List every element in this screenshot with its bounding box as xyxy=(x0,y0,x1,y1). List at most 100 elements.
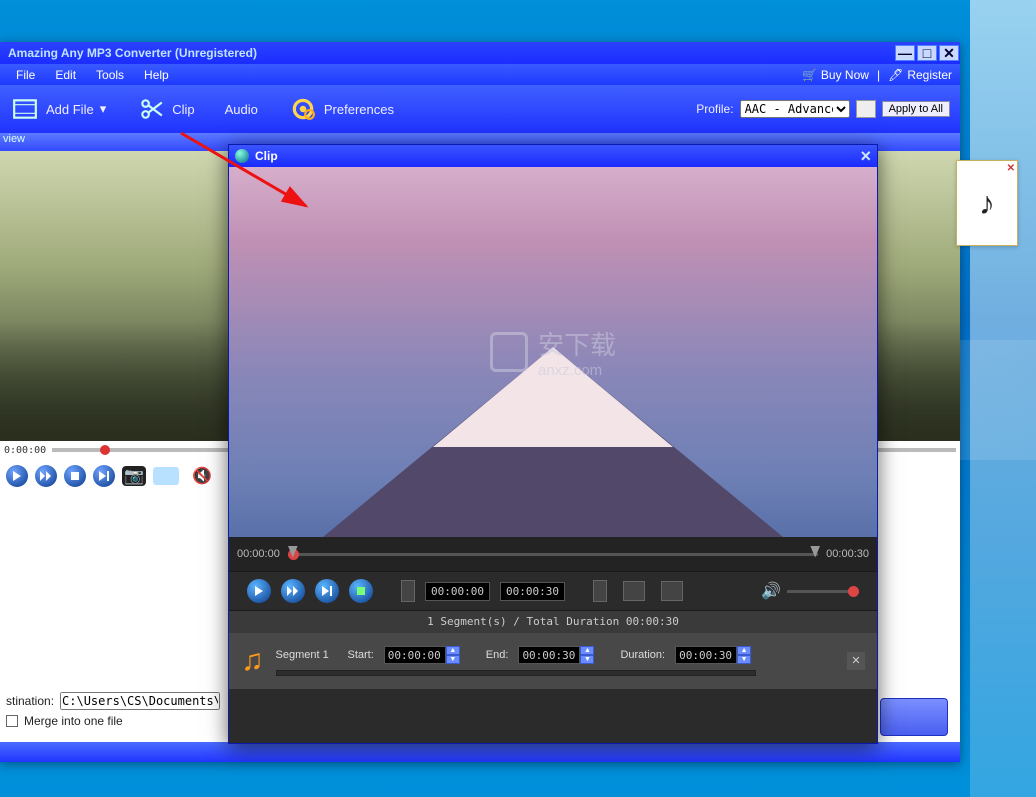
clip-seek-bar[interactable]: 00:00:00 00:00:30 xyxy=(229,537,877,571)
main-seek-knob[interactable] xyxy=(100,445,110,455)
fast-forward-button[interactable] xyxy=(35,465,57,487)
format-thumb-panel: ✕ ♪ xyxy=(956,160,1018,246)
destination-input[interactable] xyxy=(60,692,220,710)
apply-to-all-button[interactable]: Apply to All xyxy=(882,101,950,117)
toolbar: Add File ▾ Clip Audio Preferences Profil… xyxy=(0,85,960,133)
cut-segment-button[interactable] xyxy=(661,581,683,601)
window-buttons: — □ ✕ xyxy=(894,45,960,61)
clip-play-button[interactable] xyxy=(247,579,271,603)
clip-volume-icon[interactable]: 🔊 xyxy=(761,581,781,601)
close-button[interactable]: ✕ xyxy=(939,45,959,61)
end-down[interactable]: ▼ xyxy=(580,655,594,664)
scissors-icon xyxy=(136,96,166,122)
clip-ff-button[interactable] xyxy=(281,579,305,603)
audio-button[interactable]: Audio xyxy=(225,102,258,117)
set-out-point-button[interactable] xyxy=(593,580,607,602)
segment-range-slider[interactable] xyxy=(276,670,756,676)
menu-tools[interactable]: Tools xyxy=(86,66,134,84)
clip-button[interactable]: Clip xyxy=(136,96,194,122)
buy-now-link[interactable]: 🛒 Buy Now xyxy=(802,68,869,82)
register-link[interactable]: 🖊 Register xyxy=(888,68,952,82)
new-segment-button[interactable] xyxy=(623,581,645,601)
menu-help[interactable]: Help xyxy=(134,66,179,84)
clip-seek-end: 00:00:30 xyxy=(826,548,869,560)
profile-settings-button[interactable] xyxy=(856,100,876,118)
segment-name: Segment 1 xyxy=(276,649,338,661)
in-point-time: 00:00:00 xyxy=(425,582,490,601)
main-seek-start: 0:00:00 xyxy=(4,445,46,456)
clip-volume-track[interactable] xyxy=(787,590,859,593)
segment-dur-input[interactable] xyxy=(675,646,737,664)
app-title: Amazing Any MP3 Converter (Unregistered) xyxy=(8,42,257,64)
clip-dialog: Clip × 安下载 anxz.com 00:00:00 00:00:30 00… xyxy=(228,144,878,744)
next-button[interactable] xyxy=(93,465,115,487)
merge-checkbox[interactable] xyxy=(6,715,18,727)
app-titlebar: Amazing Any MP3 Converter (Unregistered)… xyxy=(0,42,960,64)
play-button[interactable] xyxy=(6,465,28,487)
segment-end-input[interactable] xyxy=(518,646,580,664)
convert-button[interactable] xyxy=(880,698,948,736)
cart-icon: 🛒 xyxy=(802,68,817,82)
dur-up[interactable]: ▲ xyxy=(737,646,751,655)
stop-button[interactable] xyxy=(64,465,86,487)
segment-start-input[interactable] xyxy=(384,646,446,664)
out-point-time: 00:00:30 xyxy=(500,582,565,601)
profile-select[interactable]: AAC - Advanced xyxy=(740,100,850,118)
minimize-button[interactable]: — xyxy=(895,45,915,61)
clip-title: Clip xyxy=(255,149,278,163)
music-note-icon: ♪ xyxy=(979,185,995,222)
menu-file[interactable]: File xyxy=(6,66,45,84)
clip-out-handle[interactable] xyxy=(810,546,820,558)
video-watermark: 安下载 anxz.com xyxy=(490,325,616,379)
add-file-button[interactable]: Add File ▾ xyxy=(10,96,106,122)
profile-label: Profile: xyxy=(696,102,733,116)
segments-summary: 1 Segment(s) / Total Duration 00:00:30 xyxy=(229,611,877,633)
clip-next-button[interactable] xyxy=(315,579,339,603)
clip-controls: 00:00:00 00:00:30 🔊 xyxy=(229,571,877,611)
clip-titlebar: Clip × xyxy=(229,145,877,167)
snapshot-button[interactable]: 📷 xyxy=(122,466,146,486)
clip-seek-track[interactable] xyxy=(288,553,818,556)
watermark-text1: 安下载 xyxy=(538,325,616,362)
dur-down[interactable]: ▼ xyxy=(737,655,751,664)
menu-edit[interactable]: Edit xyxy=(45,66,86,84)
end-up[interactable]: ▲ xyxy=(580,646,594,655)
clip-seek-start: 00:00:00 xyxy=(237,548,280,560)
segment-dur-label: Duration: xyxy=(620,649,665,661)
register-label: Register xyxy=(907,68,952,82)
menubar: File Edit Tools Help 🛒 Buy Now | 🖊 Regis… xyxy=(0,64,960,85)
merge-label: Merge into one file xyxy=(24,714,123,728)
open-folder-button[interactable] xyxy=(153,467,179,485)
clip-close-button[interactable]: × xyxy=(860,149,871,163)
clip-label: Clip xyxy=(172,102,194,117)
key-icon: 🖊 xyxy=(888,68,903,82)
maximize-button[interactable]: □ xyxy=(917,45,937,61)
preferences-label: Preferences xyxy=(324,102,394,117)
segment-audio-icon: ♫ xyxy=(241,644,264,678)
set-in-point-button[interactable] xyxy=(401,580,415,602)
segment-delete-button[interactable]: ✕ xyxy=(847,652,865,670)
audio-label: Audio xyxy=(225,102,258,117)
clip-app-icon xyxy=(235,149,249,163)
film-icon xyxy=(10,96,40,122)
dropdown-arrow-icon: ▾ xyxy=(100,101,107,117)
gear-icon xyxy=(288,96,318,122)
clip-stop-button[interactable] xyxy=(349,579,373,603)
watermark-text2: anxz.com xyxy=(538,362,616,379)
clip-video-area: 安下载 anxz.com xyxy=(229,167,877,537)
start-up[interactable]: ▲ xyxy=(446,646,460,655)
clip-volume-knob[interactable] xyxy=(848,586,859,597)
watermark-bag-icon xyxy=(490,332,528,372)
destination-label: stination: xyxy=(6,694,54,708)
segment-end-label: End: xyxy=(486,649,509,661)
header-divider: | xyxy=(877,68,880,82)
add-file-label: Add File xyxy=(46,102,94,117)
thumb-close-button[interactable]: ✕ xyxy=(1007,163,1015,174)
volume-icon[interactable]: 🔇 xyxy=(192,466,212,486)
status-bar xyxy=(0,742,960,762)
start-down[interactable]: ▼ xyxy=(446,655,460,664)
segment-start-label: Start: xyxy=(348,649,374,661)
buy-now-label: Buy Now xyxy=(821,68,869,82)
segment-row: ♫ Segment 1 Start: ▲▼ End: ▲▼ Duration: … xyxy=(229,633,877,689)
preferences-button[interactable]: Preferences xyxy=(288,96,394,122)
